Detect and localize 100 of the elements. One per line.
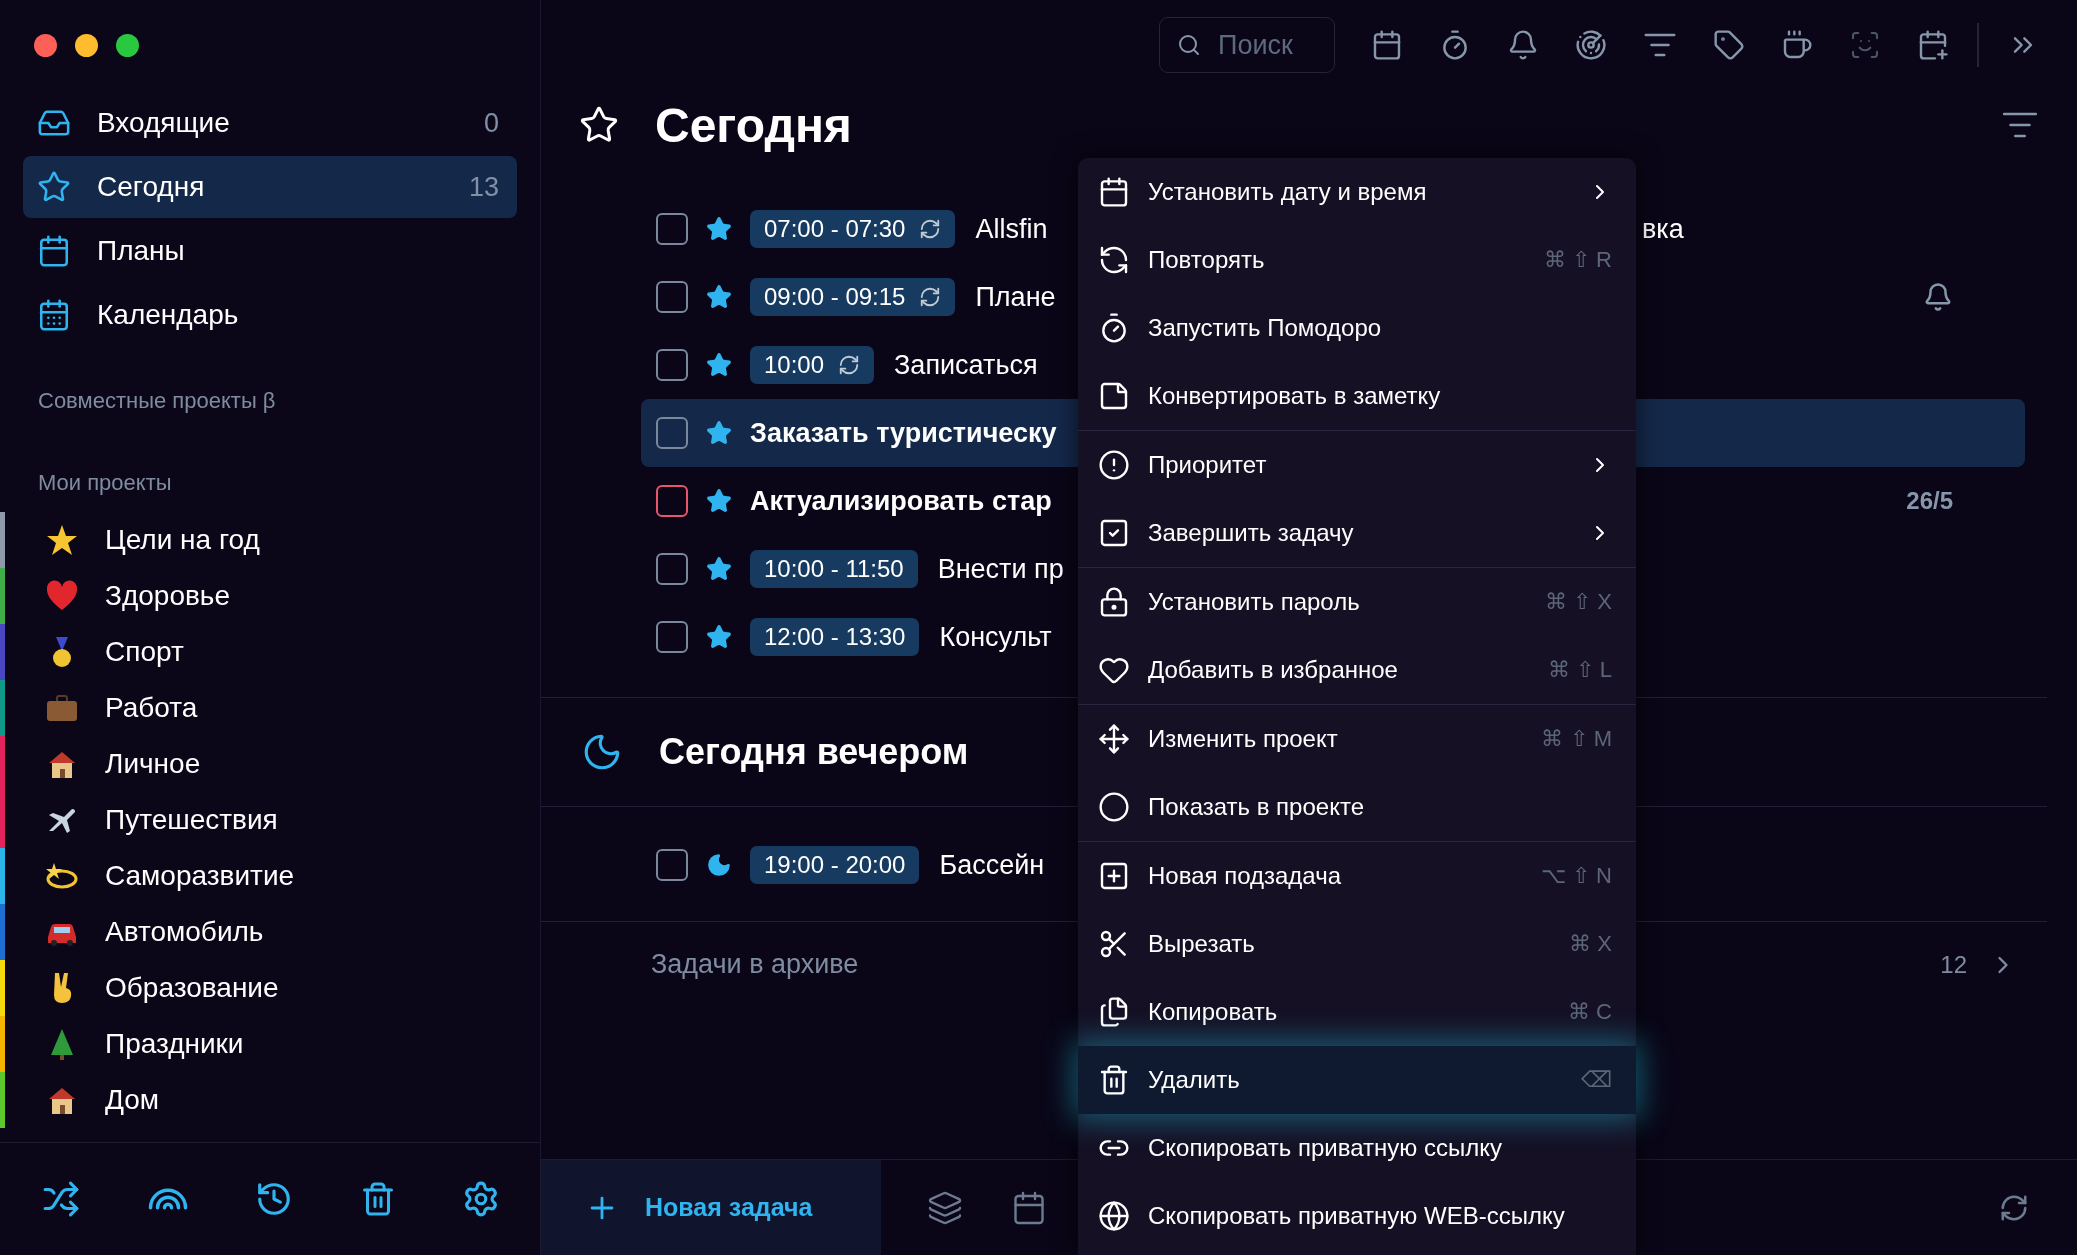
section-title: Сегодня вечером <box>659 731 969 773</box>
close-button[interactable] <box>34 34 57 57</box>
search-field[interactable]: Поиск <box>1159 17 1335 73</box>
shuffle-icon[interactable] <box>42 1180 80 1218</box>
move-arrows-icon <box>1098 723 1130 755</box>
nav-label: Сегодня <box>97 171 206 203</box>
task-checkbox[interactable] <box>656 349 688 381</box>
star-icon <box>706 284 732 310</box>
task-checkbox[interactable] <box>656 849 688 881</box>
project-item[interactable]: Образование <box>0 960 540 1016</box>
note-icon <box>1098 380 1130 412</box>
menu-item[interactable]: Запустить Помодоро <box>1078 294 1636 362</box>
task-checkbox[interactable] <box>656 213 688 245</box>
calendar-plus-icon[interactable] <box>1917 29 1949 61</box>
menu-item[interactable]: Скопировать приватную ссылку <box>1078 1114 1636 1182</box>
task-title: Внести пр <box>937 553 1064 585</box>
zoom-button[interactable] <box>116 34 139 57</box>
nav-item[interactable]: Календарь <box>23 284 517 346</box>
shortcut-text: ⌘ X <box>1569 931 1612 957</box>
task-row[interactable]: 10:00 Записаться <box>641 331 1077 399</box>
menu-item[interactable]: Показать в проекте <box>1078 773 1636 841</box>
shortcut-text: ⌥ ⇧ N <box>1540 863 1612 889</box>
menu-item[interactable]: Скопировать приватную WEB-ссылку <box>1078 1182 1636 1250</box>
circle-icon <box>1098 791 1130 823</box>
nav-count: 0 <box>483 107 499 139</box>
project-item[interactable]: Саморазвитие <box>0 848 540 904</box>
nav-item[interactable]: Планы <box>23 220 517 282</box>
star-icon <box>37 170 71 204</box>
project-name: Здоровье <box>105 580 230 612</box>
nav-item[interactable]: Сегодня 13 <box>23 156 517 218</box>
due-date: 26/5 <box>1906 487 1953 515</box>
task-checkbox[interactable] <box>656 553 688 585</box>
calendar-icon <box>37 298 71 332</box>
menu-item[interactable]: Завершить задачу <box>1078 499 1636 567</box>
lock-icon <box>1098 586 1130 618</box>
task-row[interactable]: 07:00 - 07:30 Allsfin <box>641 195 1077 263</box>
nav-label: Входящие <box>97 107 231 139</box>
archive-link[interactable]: Задачи в архиве <box>651 949 859 980</box>
menu-item[interactable]: Вырезать ⌘ X <box>1078 910 1636 978</box>
repeat-icon <box>1098 244 1130 276</box>
menu-item[interactable]: Добавить в избранное ⌘ ⇧ L <box>1078 636 1636 704</box>
radar-icon[interactable] <box>1575 29 1607 61</box>
archive-count: 12 <box>1940 950 1967 979</box>
menu-item[interactable]: Установить дату и время <box>1078 158 1636 226</box>
menu-item[interactable]: Удалить ⌫ <box>1078 1046 1636 1114</box>
nav-count: 13 <box>468 171 499 203</box>
menu-item[interactable]: Приоритет <box>1078 431 1636 499</box>
project-item[interactable]: Работа <box>0 680 540 736</box>
tag-icon[interactable] <box>1713 29 1745 61</box>
time-text: 12:00 - 13:30 <box>764 623 906 651</box>
menu-item[interactable]: Конвертировать в заметку <box>1078 362 1636 430</box>
task-checkbox[interactable] <box>656 621 688 653</box>
nav-item[interactable]: Входящие 0 <box>23 92 517 154</box>
calendar-icon[interactable] <box>1371 29 1403 61</box>
task-row[interactable]: Заказать туристическу <box>641 399 1077 467</box>
plus-square-icon <box>1098 860 1130 892</box>
settings-icon[interactable] <box>462 1180 500 1218</box>
project-name: Саморазвитие <box>105 860 295 892</box>
shortcut-text: ⌘ ⇧ X <box>1545 589 1612 615</box>
calendar-icon <box>1098 176 1130 208</box>
task-row[interactable]: 10:00 - 11:50 Внести пр <box>641 535 1077 603</box>
project-name: Спорт <box>105 636 184 668</box>
task-checkbox[interactable] <box>656 281 688 313</box>
task-row[interactable]: 12:00 - 13:30 Консульт <box>641 603 1077 671</box>
star-icon <box>706 352 732 378</box>
time-text: 10:00 <box>764 351 825 379</box>
menu-item[interactable]: Установить пароль ⌘ ⇧ X <box>1078 568 1636 636</box>
menu-item[interactable]: Новая подзадача ⌥ ⇧ N <box>1078 842 1636 910</box>
project-item[interactable]: Цели на год <box>0 512 540 568</box>
task-row[interactable]: 19:00 - 20:00 Бассейн <box>641 831 1077 899</box>
time-text: 19:00 - 20:00 <box>764 851 906 879</box>
shortcut-text: ⌘ C <box>1568 999 1612 1025</box>
scan-icon[interactable] <box>1849 29 1881 61</box>
bell-icon[interactable] <box>1507 29 1539 61</box>
task-title: Плане <box>975 281 1056 313</box>
project-item[interactable]: Здоровье <box>0 568 540 624</box>
task-checkbox[interactable] <box>656 485 688 517</box>
task-row[interactable]: 09:00 - 09:15 Плане <box>641 263 1077 331</box>
star-icon <box>706 488 732 514</box>
history-icon[interactable] <box>255 1180 293 1218</box>
task-title: Актуализировать стар <box>750 485 1052 517</box>
project-name: Автомобиль <box>105 916 264 948</box>
project-name: Образование <box>105 972 279 1004</box>
nav-label: Планы <box>97 235 186 267</box>
project-item[interactable]: Дом <box>0 1072 540 1128</box>
project-item[interactable]: Автомобиль <box>0 904 540 960</box>
new-task-button[interactable]: Новая задача <box>541 1160 881 1255</box>
menu-item[interactable]: Копировать ⌘ C <box>1078 978 1636 1046</box>
calendar-icon[interactable] <box>1011 1189 1047 1226</box>
project-item[interactable]: Праздники <box>0 1016 540 1072</box>
menu-item[interactable]: Изменить проект ⌘ ⇧ M <box>1078 705 1636 773</box>
cup-icon[interactable] <box>1781 29 1813 61</box>
task-checkbox[interactable] <box>656 417 688 449</box>
minimize-button[interactable] <box>75 34 98 57</box>
project-item[interactable]: Путешествия <box>0 792 540 848</box>
layers-icon[interactable] <box>927 1189 963 1226</box>
task-row[interactable]: Актуализировать стар <box>641 467 1077 535</box>
menu-item[interactable]: Повторять ⌘ ⇧ R <box>1078 226 1636 294</box>
project-item[interactable]: Личное <box>0 736 540 792</box>
project-item[interactable]: Спорт <box>0 624 540 680</box>
